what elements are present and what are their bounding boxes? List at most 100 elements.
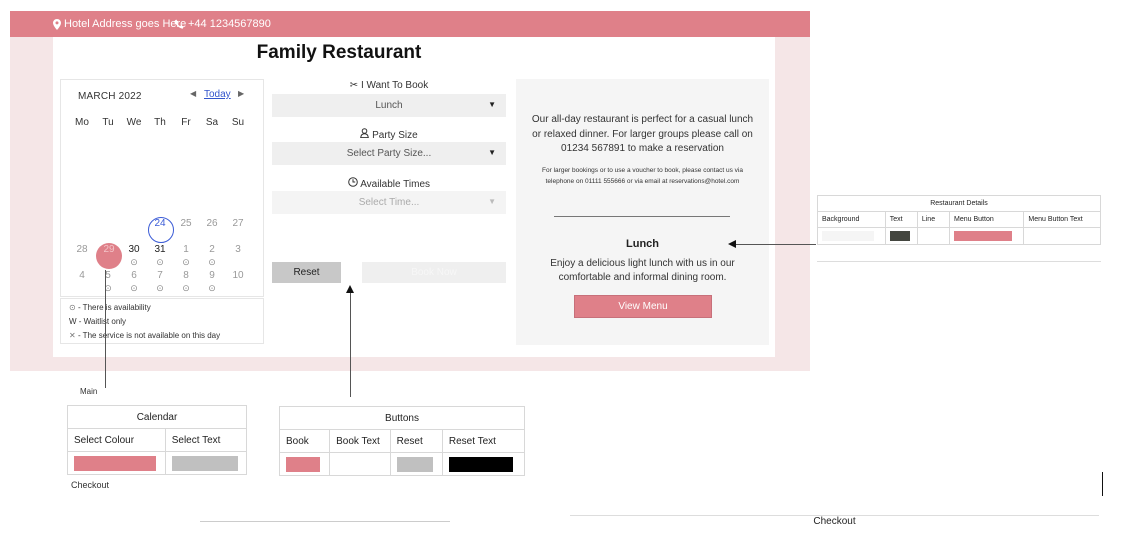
background-swatch	[822, 231, 874, 241]
annotation-arrow-line	[736, 244, 816, 245]
reset-colour-swatch	[396, 456, 433, 472]
select-colour-cell	[67, 451, 166, 475]
legend-waitlist-text: W - Waitlist only	[69, 317, 127, 326]
book-text-cell	[329, 452, 391, 476]
caret-left-icon[interactable]: ◀	[190, 89, 196, 98]
view-menu-button[interactable]: View Menu	[574, 295, 712, 318]
buttons-table-title: Buttons	[279, 406, 525, 430]
check-circle-icon: ⊙	[156, 257, 164, 267]
caret-right-icon[interactable]: ▶	[238, 89, 244, 98]
text-cursor	[1102, 472, 1103, 496]
calendar-day[interactable]: 7	[148, 270, 172, 281]
weekday-label: Tu	[102, 117, 114, 128]
book-type-label: ✂ I Want To Book	[272, 80, 506, 91]
check-circle-icon: ⊙	[130, 257, 138, 267]
divider	[200, 521, 450, 522]
book-colour-swatch	[286, 456, 320, 472]
legend-unavailable-text: - The service is not available on this d…	[77, 331, 221, 340]
column-header: Reset	[389, 429, 443, 453]
check-circle-icon: ⊙	[156, 283, 164, 293]
restaurant-details-title: Restaurant Details	[817, 195, 1101, 212]
book-type-select[interactable]: Lunch ▼	[272, 94, 506, 117]
menu-button-text-swatch	[1028, 231, 1089, 241]
calendar-day[interactable]: 6	[122, 270, 146, 281]
calendar-day[interactable]: 31	[148, 244, 172, 255]
available-times-select[interactable]: Select Time... ▼	[272, 191, 506, 214]
book-type-label-text: I Want To Book	[360, 80, 429, 91]
available-times-label-text: Available Times	[360, 179, 431, 190]
calendar-day[interactable]: 4	[70, 270, 94, 281]
calendar-colors-table: Main Calendar Select Colour Select Text …	[61, 388, 248, 490]
hotel-phone: +44 1234567890	[188, 18, 271, 30]
book-colour-cell	[278, 452, 331, 476]
party-size-placeholder: Select Party Size...	[346, 148, 432, 159]
calendar-day: 28	[76, 244, 88, 255]
check-circle-icon: ⊙	[182, 257, 190, 267]
text-swatch	[889, 231, 910, 241]
hotel-address: Hotel Address goes Here	[64, 18, 187, 30]
map-pin-icon	[53, 18, 61, 30]
calendar-day[interactable]: 30	[122, 244, 146, 255]
person-icon	[360, 128, 372, 141]
clock-icon	[348, 177, 360, 190]
calendar-day[interactable]: 5	[96, 270, 120, 281]
calendar-day[interactable]: 3	[226, 244, 250, 255]
calendar-day: 26	[206, 218, 218, 229]
calendar-month: MARCH 2022	[78, 91, 142, 102]
column-header: Menu Button Text	[1023, 211, 1101, 228]
menu-button-swatch	[954, 231, 1013, 241]
reset-colour-cell	[389, 452, 443, 476]
column-header: Reset Text	[441, 429, 526, 453]
party-size-label-text: Party Size	[372, 130, 418, 141]
calendar-table-title: Calendar	[67, 405, 247, 429]
annotation-arrow-line	[105, 270, 106, 405]
weekday-label: Fr	[181, 117, 191, 128]
restaurant-description: Our all-day restaurant is perfect for a …	[531, 114, 754, 154]
weekday-label: Mo	[75, 117, 89, 128]
column-header: Book	[278, 429, 331, 453]
weekday-label: Th	[154, 117, 166, 128]
legend-available: ⊙ - There is availability	[69, 303, 151, 312]
calendar-day[interactable]: 9	[200, 270, 224, 281]
calendar-day[interactable]: 1	[174, 244, 198, 255]
column-header: Line	[916, 211, 951, 228]
reset-text-cell	[441, 452, 526, 476]
arrow-left-icon	[728, 240, 736, 248]
checkout-label: Checkout	[71, 480, 110, 490]
book-now-button[interactable]: Book Now	[362, 262, 506, 283]
column-header: Book Text	[329, 429, 391, 453]
column-header: Text	[884, 211, 918, 228]
calendar-day-selected[interactable]: 29	[97, 244, 121, 255]
reset-button[interactable]: Reset	[272, 262, 341, 283]
today-link[interactable]: Today	[204, 89, 231, 100]
check-circle-icon: ⊙	[208, 283, 216, 293]
calendar-day[interactable]: 24	[148, 218, 172, 229]
hotel-info-bar: Hotel Address goes Here +44 1234567890	[10, 11, 810, 37]
line-swatch-cell	[916, 227, 951, 245]
chevron-down-icon: ▼	[488, 197, 496, 206]
restaurant-details-table: Restaurant Details Background Text Line …	[817, 195, 1101, 262]
check-circle-icon: ⊙	[130, 283, 138, 293]
calendar-day: 25	[180, 218, 192, 229]
weekday-label: Sa	[205, 117, 219, 128]
checkout-section-title: Checkout	[570, 515, 1099, 536]
check-circle-icon: ⊙	[104, 283, 112, 293]
legend-unavailable: ✕ - The service is not available on this…	[69, 331, 220, 340]
reset-text-swatch	[448, 456, 513, 472]
service-description: Enjoy a delicious light lunch with us in…	[550, 258, 735, 283]
phone-item: +44 1234567890	[174, 18, 271, 30]
info-divider	[554, 216, 730, 217]
calendar-day[interactable]: 2	[200, 244, 224, 255]
party-size-select[interactable]: Select Party Size... ▼	[272, 142, 506, 165]
phone-icon	[174, 19, 184, 29]
check-circle-icon: ⊙	[69, 303, 76, 312]
column-header: Background	[817, 211, 886, 228]
select-colour-swatch	[74, 455, 156, 471]
check-circle-icon: ⊙	[182, 283, 190, 293]
column-header: Menu Button	[949, 211, 1025, 228]
page-title: Family Restaurant	[256, 42, 422, 63]
calendar-day[interactable]: 10	[226, 270, 250, 281]
calendar-day[interactable]: 8	[174, 270, 198, 281]
restaurant-contact-note: For larger bookings or to use a voucher …	[542, 167, 743, 185]
background-swatch-cell	[817, 227, 886, 245]
